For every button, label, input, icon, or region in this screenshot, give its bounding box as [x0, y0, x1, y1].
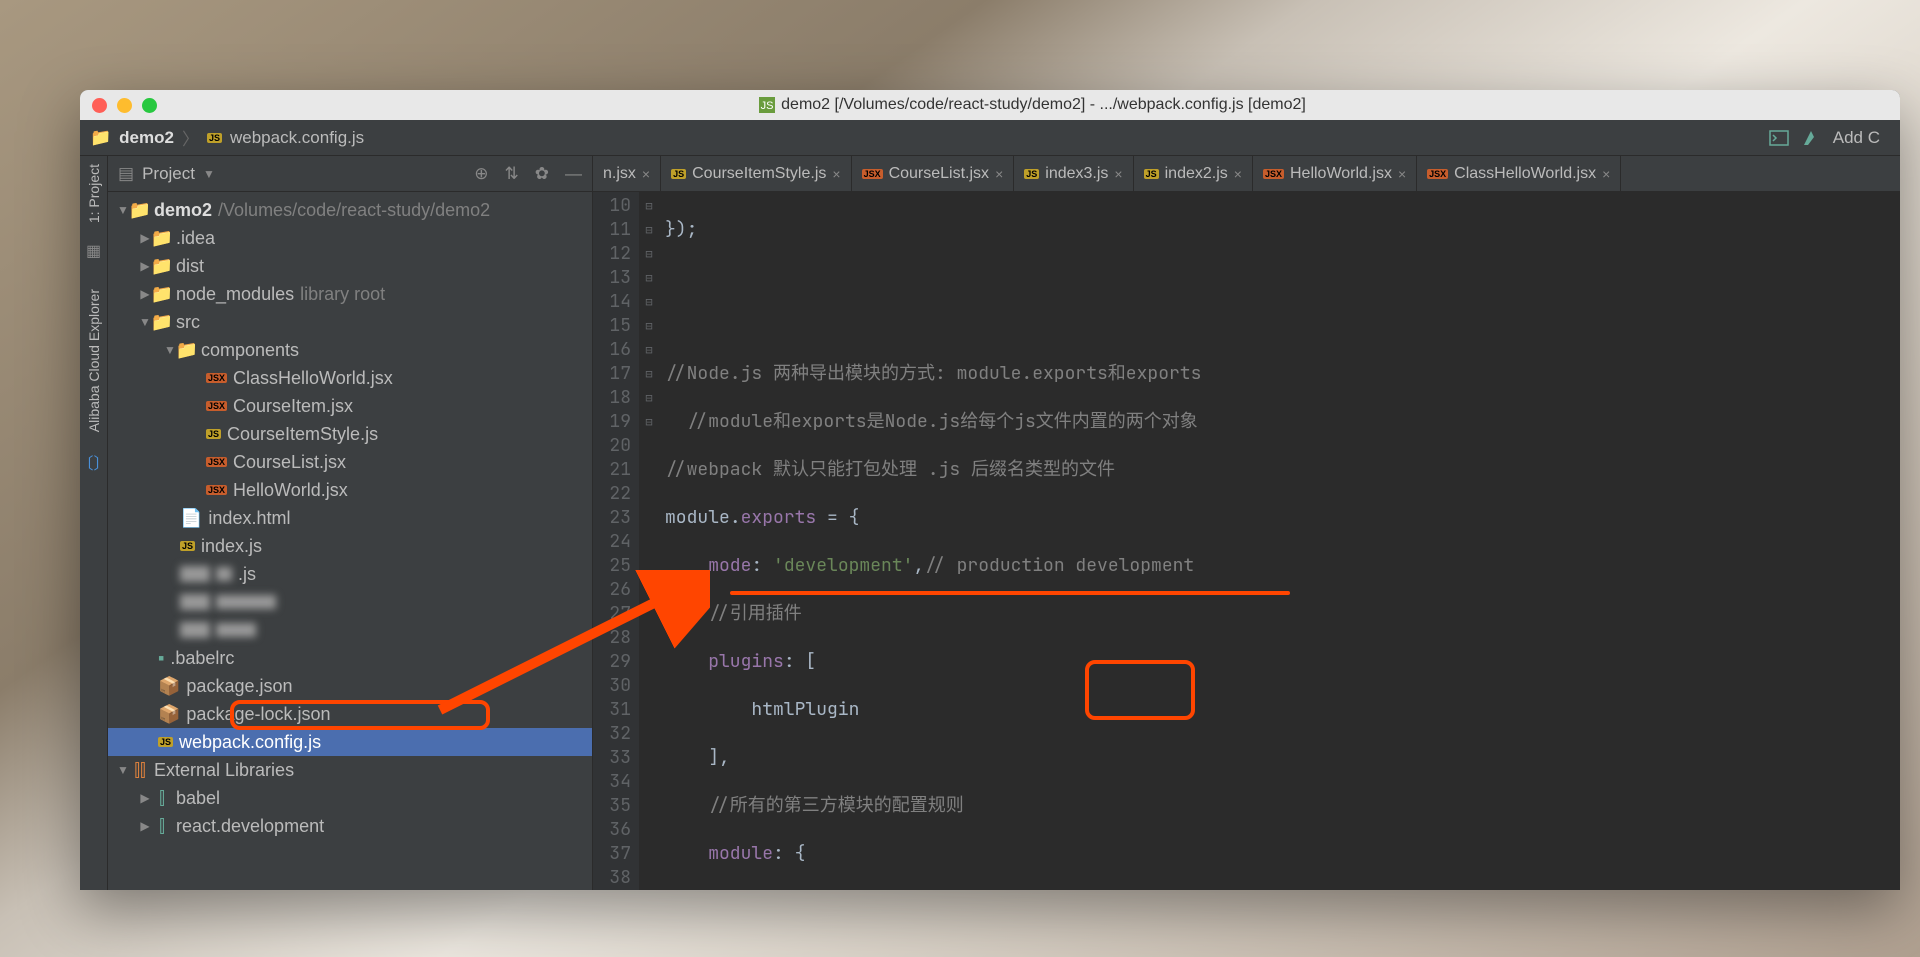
close-icon[interactable]: ×: [642, 166, 650, 182]
tree-file-classhw[interactable]: JSXClassHelloWorld.jsx: [108, 364, 592, 392]
window-controls: [92, 98, 157, 113]
alibaba-tool-tab[interactable]: Alibaba Cloud Explorer: [86, 289, 102, 432]
tree-file-indexjs[interactable]: JSindex.js: [108, 532, 592, 560]
tree-file-courselist[interactable]: JSXCourseList.jsx: [108, 448, 592, 476]
window-titlebar: JS demo2 [/Volumes/code/react-study/demo…: [80, 90, 1900, 120]
tab-6[interactable]: JSXClassHelloWorld.jsx×: [1417, 156, 1621, 191]
sidebar-title[interactable]: Project: [142, 164, 195, 184]
tab-0[interactable]: n.jsx×: [593, 156, 661, 191]
gear-icon[interactable]: ✿: [535, 164, 549, 184]
close-icon[interactable]: ×: [1398, 166, 1406, 182]
project-sidebar: ▤ Project ▼ ⊕ ⇅ ✿ — ▼📁demo2/Volumes/code…: [108, 156, 593, 890]
tree-external-libs[interactable]: ▼⫿⫿External Libraries: [108, 756, 592, 784]
tab-2[interactable]: JSXCourseList.jsx×: [852, 156, 1015, 191]
close-window-icon[interactable]: [92, 98, 107, 113]
tab-5[interactable]: JSXHelloWorld.jsx×: [1253, 156, 1417, 191]
tree-file-package[interactable]: 📦package.json: [108, 672, 592, 700]
maximize-window-icon[interactable]: [142, 98, 157, 113]
close-icon[interactable]: ×: [995, 166, 1003, 182]
tree-dist[interactable]: ▶📁dist: [108, 252, 592, 280]
tree-components[interactable]: ▼📁components: [108, 336, 592, 364]
close-icon[interactable]: ×: [832, 166, 840, 182]
folder-icon: 📁: [90, 128, 111, 148]
ide-window: JS demo2 [/Volumes/code/react-study/demo…: [80, 90, 1900, 890]
app-icon: JS: [759, 97, 775, 113]
tree-file-packagelock[interactable]: 📦package-lock.json: [108, 700, 592, 728]
title-text: demo2 [/Volumes/code/react-study/demo2] …: [781, 96, 1306, 114]
line-numbers: 1011121314151617181920212223242526272829…: [593, 192, 639, 890]
tree-file-blur3[interactable]: [108, 616, 592, 644]
fold-gutter: ⊟ ⊟ ⊟⊟ ⊟ ⊟ ⊟⊟ ⊟⊟: [639, 192, 659, 890]
project-icon: ▤: [118, 164, 134, 184]
tree-node-modules[interactable]: ▶📁node_moduleslibrary root: [108, 280, 592, 308]
tree-file-blur2[interactable]: [108, 588, 592, 616]
window-title: JS demo2 [/Volumes/code/react-study/demo…: [177, 96, 1888, 114]
tree-file-webpack[interactable]: JSwebpack.config.js: [108, 728, 592, 756]
collapse-icon[interactable]: —: [565, 164, 582, 184]
minimize-window-icon[interactable]: [117, 98, 132, 113]
breadcrumb-file[interactable]: webpack.config.js: [230, 128, 364, 148]
code-editor[interactable]: 1011121314151617181920212223242526272829…: [593, 192, 1900, 890]
code-content[interactable]: }); //Node.js 两种导出模块的方式: module.exports和…: [659, 192, 1900, 890]
tab-3[interactable]: JSindex3.js×: [1014, 156, 1133, 191]
alibaba-icon[interactable]: 〔〕: [80, 450, 110, 474]
build-icon[interactable]: [1801, 128, 1821, 148]
tab-4[interactable]: JSindex2.js×: [1134, 156, 1253, 191]
add-config-button[interactable]: Add C: [1833, 128, 1880, 148]
tree-file-courseitemstyle[interactable]: JSCourseItemStyle.js: [108, 420, 592, 448]
left-tool-gutter: 1: Project ▦ Alibaba Cloud Explorer 〔〕: [80, 156, 108, 890]
tree-ext-react[interactable]: ▶⫿react.development: [108, 812, 592, 840]
project-tree: ▼📁demo2/Volumes/code/react-study/demo2 ▶…: [108, 192, 592, 890]
tree-idea[interactable]: ▶📁.idea: [108, 224, 592, 252]
locate-icon[interactable]: ⊕: [474, 164, 488, 184]
js-file-icon: JS: [207, 133, 222, 143]
tree-root[interactable]: ▼📁demo2/Volumes/code/react-study/demo2: [108, 196, 592, 224]
svg-text:JS: JS: [761, 100, 774, 112]
tree-src[interactable]: ▼📁src: [108, 308, 592, 336]
editor-area: n.jsx× JSCourseItemStyle.js× JSXCourseLi…: [593, 156, 1900, 890]
sort-icon[interactable]: ⇅: [505, 164, 519, 184]
project-tool-tab[interactable]: 1: Project: [86, 164, 102, 223]
tab-1[interactable]: JSCourseItemStyle.js×: [661, 156, 851, 191]
close-icon[interactable]: ×: [1602, 166, 1610, 182]
tree-file-indexhtml[interactable]: 📄index.html: [108, 504, 592, 532]
tree-ext-babel[interactable]: ▶⫿babel: [108, 784, 592, 812]
dropdown-icon[interactable]: ▼: [203, 167, 215, 181]
breadcrumb-sep: 〉: [182, 125, 199, 150]
tree-file-courseitem[interactable]: JSXCourseItem.jsx: [108, 392, 592, 420]
structure-icon[interactable]: ▦: [86, 241, 101, 261]
breadcrumb-root[interactable]: demo2: [119, 128, 174, 148]
terminal-icon[interactable]: [1769, 130, 1789, 146]
tree-file-babelrc[interactable]: ▪.babelrc: [108, 644, 592, 672]
close-icon[interactable]: ×: [1234, 166, 1242, 182]
sidebar-header: ▤ Project ▼ ⊕ ⇅ ✿ —: [108, 156, 592, 192]
tree-file-blur1[interactable]: .js: [108, 560, 592, 588]
close-icon[interactable]: ×: [1114, 166, 1122, 182]
breadcrumb-bar: 📁 demo2 〉 JS webpack.config.js Add C: [80, 120, 1900, 156]
editor-tabs: n.jsx× JSCourseItemStyle.js× JSXCourseLi…: [593, 156, 1900, 192]
tree-file-helloworld[interactable]: JSXHelloWorld.jsx: [108, 476, 592, 504]
